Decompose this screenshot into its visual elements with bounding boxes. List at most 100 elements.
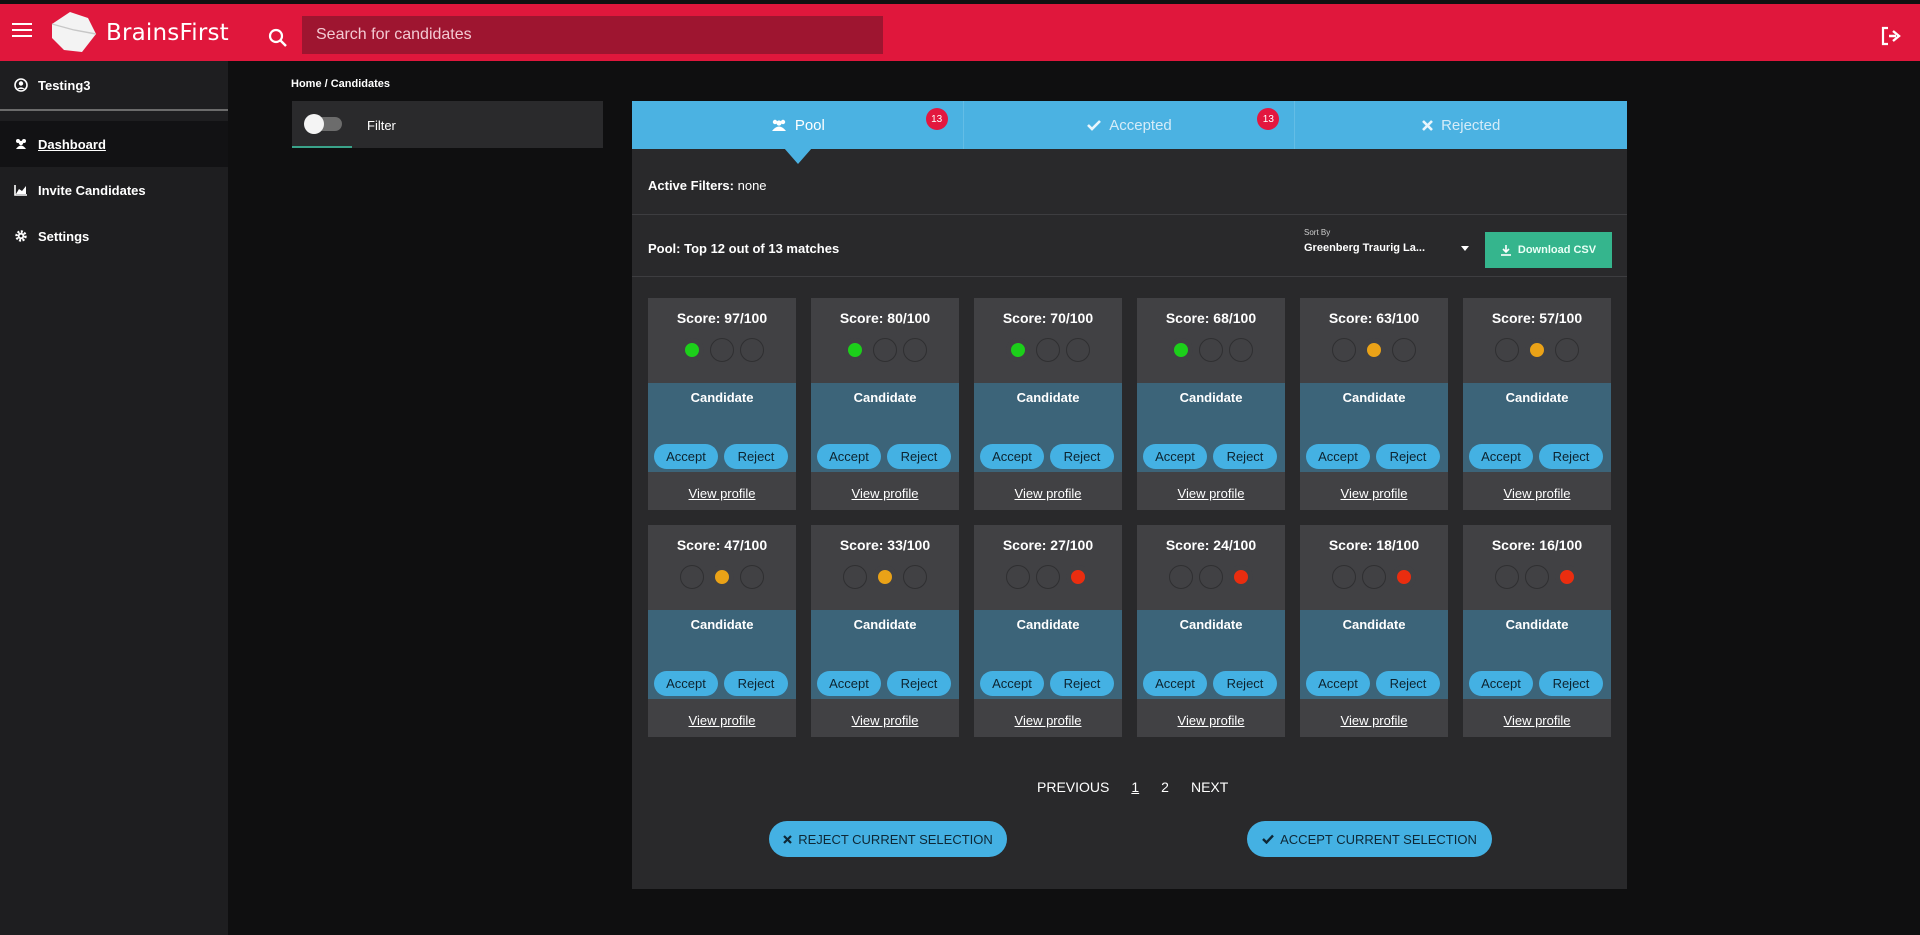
reject-button[interactable]: Reject [1050,444,1114,469]
brain-logo-icon [51,12,97,52]
filter-toggle[interactable] [304,114,342,134]
accept-button[interactable]: Accept [1306,671,1370,696]
candidate-info: Candidate Accept Reject [1463,610,1611,699]
search-placeholder: Search for candidates [316,26,472,43]
hamburger-menu-icon[interactable] [12,22,32,38]
accept-current-selection-button[interactable]: ACCEPT CURRENT SELECTION [1247,821,1492,857]
caret-down-icon [1461,246,1469,251]
accept-button[interactable]: Accept [1143,444,1207,469]
candidates-panel: Pool 13 Accepted 13 Rejected Active Filt… [632,101,1627,889]
view-profile-link[interactable]: View profile [1137,486,1285,501]
reject-button[interactable]: Reject [887,444,951,469]
score-indicator-dot [873,565,897,589]
previous-page-button[interactable]: PREVIOUS [1037,779,1109,795]
accept-button[interactable]: Accept [817,671,881,696]
candidate-info: Candidate Accept Reject [648,610,796,699]
card-actions: Accept Reject [980,444,1114,469]
filter-label: Filter [367,118,396,133]
page-2-button[interactable]: 2 [1161,779,1169,795]
score-indicator-dot [1555,565,1579,589]
view-profile-link[interactable]: View profile [1463,486,1611,501]
score-indicator-dot [1036,565,1060,589]
reject-button[interactable]: Reject [724,444,788,469]
breadcrumb[interactable]: Home / Candidates [291,78,390,90]
reject-button[interactable]: Reject [1050,671,1114,696]
view-profile-link[interactable]: View profile [811,713,959,728]
view-profile-link[interactable]: View profile [648,713,796,728]
active-filters: Active Filters: none [648,178,767,193]
accept-button[interactable]: Accept [654,671,718,696]
reject-current-selection-button[interactable]: REJECT CURRENT SELECTION [769,821,1007,857]
candidate-info: Candidate Accept Reject [974,610,1122,699]
check-icon [1087,120,1102,131]
sidebar-item-settings[interactable]: Settings [0,213,228,259]
view-profile-link[interactable]: View profile [974,486,1122,501]
score-indicator-dot [843,338,867,362]
candidate-info: Candidate Accept Reject [1137,610,1285,699]
score-indicator-dot [1392,565,1416,589]
tab-pool[interactable]: Pool 13 [632,101,964,149]
reject-button[interactable]: Reject [1376,444,1440,469]
accept-button[interactable]: Accept [1143,671,1207,696]
candidate-score: Score: 68/100 [1165,310,1257,326]
score-indicator-dot [903,338,927,362]
page-1-button[interactable]: 1 [1131,779,1139,795]
tab-rejected[interactable]: Rejected [1295,101,1627,149]
active-tab-pointer [784,148,812,164]
candidate-score: Score: 63/100 [1328,310,1420,326]
card-actions: Accept Reject [980,671,1114,696]
candidate-info: Candidate Accept Reject [974,383,1122,472]
accept-button[interactable]: Accept [980,671,1044,696]
view-profile-link[interactable]: View profile [1137,713,1285,728]
sidebar-item-label: Settings [38,228,90,244]
accept-current-selection-label: ACCEPT CURRENT SELECTION [1280,831,1477,847]
reject-button[interactable]: Reject [1213,671,1277,696]
candidate-score: Score: 24/100 [1165,537,1257,553]
brand-logo[interactable]: BrainsFirst [48,10,229,56]
candidate-grid: Score: 97/100 Candidate Accept Reject View p… [648,298,1612,737]
reject-button[interactable]: Reject [1376,671,1440,696]
user-profile[interactable]: Testing3 [0,61,228,111]
accept-button[interactable]: Accept [817,444,881,469]
times-icon [783,834,792,844]
accept-button[interactable]: Accept [1469,444,1533,469]
reject-current-selection-label: REJECT CURRENT SELECTION [798,831,993,847]
sidebar-item-dashboard[interactable]: Dashboard [0,121,228,167]
download-csv-button[interactable]: Download CSV [1485,232,1612,268]
view-profile-link[interactable]: View profile [1300,713,1448,728]
view-profile-link[interactable]: View profile [974,713,1122,728]
score-indicator-dot [1332,338,1356,362]
view-profile-link[interactable]: View profile [648,486,796,501]
next-page-button[interactable]: NEXT [1191,779,1228,795]
sort-select[interactable]: Greenberg Traurig La... [1304,242,1469,254]
accept-button[interactable]: Accept [980,444,1044,469]
score-indicator-dot [1199,338,1223,362]
reject-button[interactable]: Reject [1213,444,1277,469]
accept-button[interactable]: Accept [1306,444,1370,469]
candidate-card: Score: 80/100 Candidate Accept Reject View p… [811,298,959,510]
reject-button[interactable]: Reject [1539,671,1603,696]
candidate-card: Score: 70/100 Candidate Accept Reject View p… [974,298,1122,510]
score-indicator-dot [1229,565,1253,589]
reject-button[interactable]: Reject [724,671,788,696]
candidate-name: Candidate [853,390,917,405]
score-indicator-dot [1036,338,1060,362]
candidate-score: Score: 97/100 [676,310,768,326]
score-traffic-light [811,338,959,362]
view-profile-link[interactable]: View profile [811,486,959,501]
accept-button[interactable]: Accept [1469,671,1533,696]
tab-accepted[interactable]: Accepted 13 [964,101,1296,149]
reject-button[interactable]: Reject [1539,444,1603,469]
score-indicator-dot [680,565,704,589]
view-profile-link[interactable]: View profile [1463,713,1611,728]
sidebar-item-invite-candidates[interactable]: Invite Candidates [0,167,228,213]
reject-button[interactable]: Reject [887,671,951,696]
tab-bar: Pool 13 Accepted 13 Rejected [632,101,1627,149]
logout-icon[interactable] [1880,26,1902,46]
search-icon[interactable] [268,28,288,48]
view-profile-link[interactable]: View profile [1300,486,1448,501]
search-input[interactable]: Search for candidates [302,16,883,54]
filter-bar: Filter [292,101,603,148]
accept-button[interactable]: Accept [654,444,718,469]
candidate-card: Score: 68/100 Candidate Accept Reject View p… [1137,298,1285,510]
